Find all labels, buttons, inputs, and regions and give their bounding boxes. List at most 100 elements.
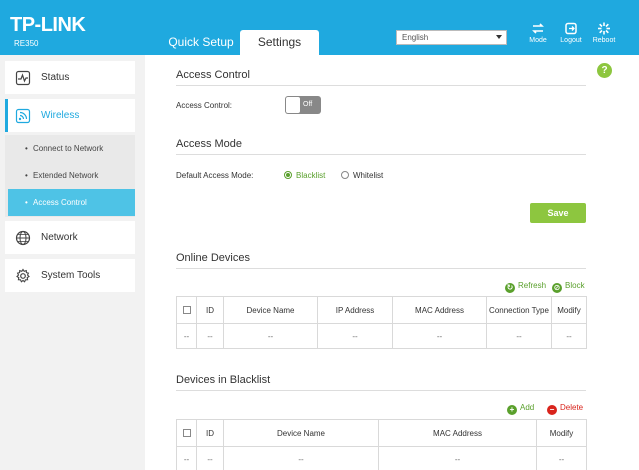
table-cell: --	[317, 323, 393, 349]
default-access-mode-label: Default Access Mode:	[176, 171, 254, 180]
radio-whitelist[interactable]: Whitelist	[341, 171, 383, 181]
tab-settings[interactable]: Settings	[240, 30, 319, 56]
table-cell: --	[176, 446, 197, 470]
delete-label: Delete	[560, 403, 584, 412]
table-cell: --	[196, 323, 224, 349]
top-header: TP-LINK RE350 Quick Setup Settings Engli…	[0, 0, 639, 56]
sidebar-item-wireless[interactable]: Wireless	[5, 99, 135, 132]
mode-button[interactable]: Mode	[524, 22, 552, 44]
toggle-knob	[286, 97, 300, 113]
radio-unselected-icon	[341, 171, 349, 179]
table-cell: --	[223, 446, 379, 470]
tp-link-logo: TP-LINK	[10, 14, 86, 36]
table-row: -- -- -- -- --	[176, 446, 587, 470]
table-cell: --	[378, 446, 537, 470]
sidebar-item-label: Network	[41, 232, 78, 243]
mode-label: Mode	[529, 37, 547, 44]
column-header: Device Name	[223, 419, 379, 447]
table-cell: --	[176, 323, 197, 349]
reboot-label: Reboot	[592, 37, 616, 44]
column-header: Connection Type	[486, 296, 552, 324]
add-icon: +	[507, 405, 517, 415]
sidebar-item-label: Status	[41, 72, 70, 83]
access-control-toggle[interactable]: Off	[285, 96, 321, 114]
delete-button[interactable]: − Delete	[547, 402, 583, 415]
refresh-label: Refresh	[518, 281, 547, 290]
checkbox[interactable]	[182, 306, 191, 315]
delete-icon: −	[547, 405, 557, 415]
refresh-button[interactable]: ↻ Refresh	[505, 280, 546, 293]
table-cell: --	[551, 323, 587, 349]
radio-whitelist-label: Whitelist	[353, 171, 384, 180]
radio-blacklist[interactable]: Blacklist	[284, 171, 325, 181]
blacklist-table: ID Device Name MAC Address Modify -- -- …	[176, 419, 587, 470]
divider	[176, 154, 586, 155]
mode-switch-icon	[532, 23, 544, 34]
status-icon	[15, 70, 31, 86]
table-row: -- -- -- -- -- -- --	[176, 323, 587, 349]
reboot-button[interactable]: Reboot	[590, 22, 618, 44]
wireless-icon	[15, 108, 31, 124]
access-control-title: Access Control	[176, 69, 250, 81]
submenu-item-access-control[interactable]: Access Control	[8, 189, 135, 216]
save-button[interactable]: Save	[530, 203, 586, 223]
logout-button[interactable]: Logout	[557, 22, 585, 44]
refresh-icon: ↻	[505, 283, 515, 293]
table-header-row: ID Device Name MAC Address Modify	[176, 419, 587, 447]
column-header: ID	[196, 419, 224, 447]
select-all-checkbox-cell[interactable]	[176, 419, 197, 447]
table-cell: --	[536, 446, 587, 470]
sidebar-item-label: Wireless	[41, 110, 80, 121]
reboot-icon	[598, 22, 610, 35]
radio-selected-icon	[284, 171, 292, 179]
block-label: Block	[565, 281, 585, 290]
table-header-row: ID Device Name IP Address MAC Address Co…	[176, 296, 587, 324]
submenu-item-extended-network[interactable]: Extended Network	[8, 162, 135, 189]
radio-blacklist-label: Blacklist	[296, 171, 326, 180]
sidebar-item-label: System Tools	[41, 270, 101, 281]
block-icon: ⊘	[552, 283, 562, 293]
checkbox[interactable]	[182, 429, 191, 438]
sidebar: Status Wireless Connect to Network Exten…	[0, 55, 145, 470]
toggle-state-label: Off	[303, 101, 313, 108]
select-all-checkbox-cell[interactable]	[176, 296, 197, 324]
chevron-down-icon	[496, 35, 502, 39]
column-header: Modify	[536, 419, 587, 447]
logout-label: Logout	[560, 37, 582, 44]
model-label: RE350	[14, 39, 39, 48]
divider	[176, 268, 586, 269]
table-cell: --	[223, 323, 318, 349]
column-header: Modify	[551, 296, 587, 324]
blacklist-title: Devices in Blacklist	[176, 374, 271, 386]
table-cell: --	[392, 323, 487, 349]
add-label: Add	[520, 403, 535, 412]
divider	[176, 85, 586, 86]
add-button[interactable]: + Add	[507, 402, 534, 415]
online-devices-title: Online Devices	[176, 252, 250, 264]
language-value: English	[402, 33, 429, 42]
column-header: ID	[196, 296, 224, 324]
gear-icon	[16, 268, 30, 283]
wireless-submenu: Connect to Network Extended Network Acce…	[5, 135, 135, 217]
sidebar-item-network[interactable]: Network	[5, 221, 135, 254]
globe-icon	[15, 230, 31, 246]
help-icon[interactable]: ?	[597, 63, 612, 78]
column-header: IP Address	[317, 296, 393, 324]
submenu-item-connect-to-network[interactable]: Connect to Network	[8, 135, 135, 162]
divider	[176, 390, 586, 391]
language-select[interactable]: English	[396, 30, 507, 45]
main-content: ? Access Control Access Control: Off Acc…	[145, 55, 639, 470]
logout-icon	[565, 22, 577, 35]
access-control-label: Access Control:	[176, 101, 233, 110]
block-button[interactable]: ⊘ Block	[552, 280, 585, 293]
access-mode-title: Access Mode	[176, 138, 243, 150]
column-header: Device Name	[223, 296, 318, 324]
column-header: MAC Address	[378, 419, 537, 447]
online-devices-table: ID Device Name IP Address MAC Address Co…	[176, 296, 587, 349]
sidebar-item-status[interactable]: Status	[5, 61, 135, 94]
sidebar-item-system-tools[interactable]: System Tools	[5, 259, 135, 292]
column-header: MAC Address	[392, 296, 487, 324]
table-cell: --	[486, 323, 552, 349]
table-cell: --	[196, 446, 224, 470]
tab-quick-setup[interactable]: Quick Setup	[163, 30, 239, 55]
